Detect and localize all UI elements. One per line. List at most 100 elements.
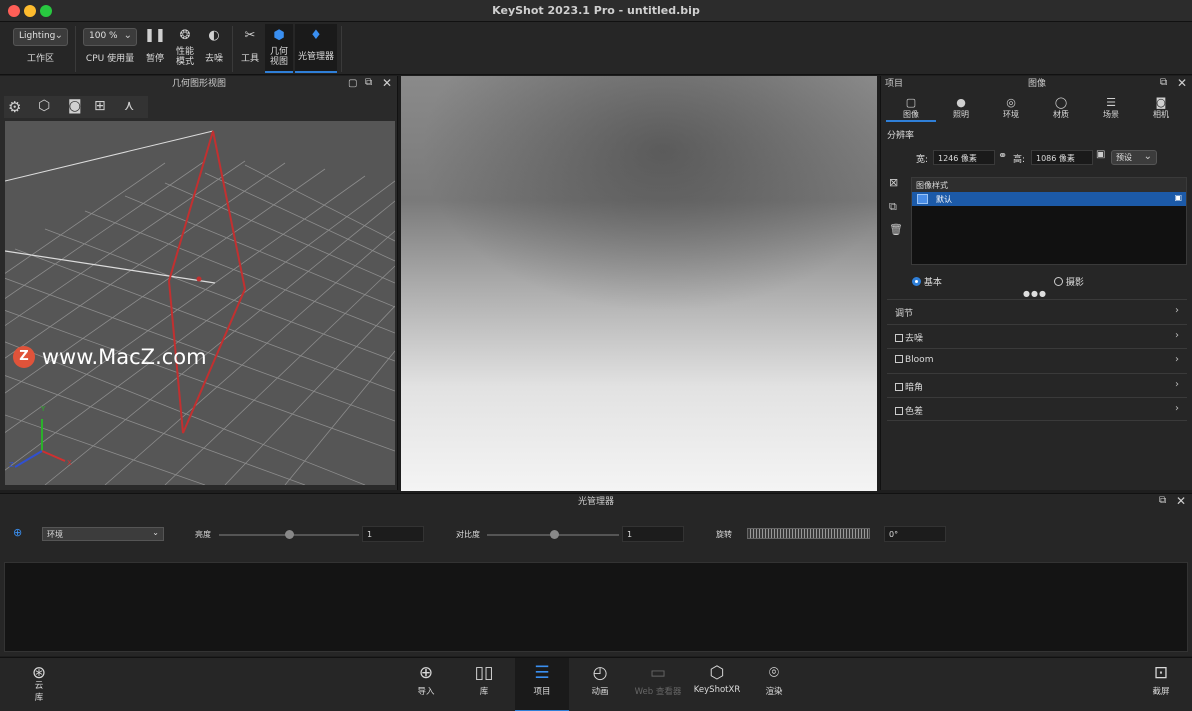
denoise-button[interactable]: ◐ 去噪: [200, 26, 228, 70]
tab-camera[interactable]: ◙ 相机: [1136, 96, 1186, 122]
add-style-icon[interactable]: ⊠: [889, 176, 898, 189]
environment-select[interactable]: 环境 ⌄: [42, 527, 164, 541]
geometry-view-button[interactable]: ⬢ 几何 视图: [265, 24, 293, 73]
float-icon[interactable]: ⧉: [1160, 77, 1167, 88]
cloud-library-label-line1: 云: [34, 681, 44, 691]
camera-icon: ◙: [1155, 96, 1167, 109]
contrast-slider-handle[interactable]: [550, 530, 559, 539]
width-input[interactable]: 1246 像素: [933, 150, 995, 165]
chevron-right-icon: ›: [1175, 330, 1179, 341]
duplicate-style-icon[interactable]: ⧉: [889, 200, 897, 214]
section-vignette-label: 暗角: [905, 383, 924, 393]
tab-lighting-label: 照明: [953, 110, 969, 119]
chromatic-aberration-checkbox[interactable]: [895, 407, 903, 415]
close-icon[interactable]: ✕: [1176, 494, 1186, 508]
toolbar-divider: [341, 26, 342, 72]
tab-image[interactable]: ▢ 图像: [886, 96, 936, 122]
radio-empty-icon: [1054, 277, 1063, 286]
height-input[interactable]: 1086 像素: [1031, 150, 1093, 165]
preset-select[interactable]: 预设 ⌄: [1111, 150, 1157, 165]
workspace-select[interactable]: Lighting ⌄: [13, 28, 68, 46]
denoise-checkbox[interactable]: [895, 334, 903, 342]
keyshotxr-button[interactable]: ⬡ KeyShotXR: [689, 658, 745, 711]
geometry-view-label-line2: 视图: [269, 57, 288, 67]
section-adjust[interactable]: 调节 ›: [887, 299, 1187, 323]
project-panel: 项目 图像 ⧉ ✕ ▢ 图像 ● 照明 ◎ 环境 ◯ 材质 ☰ 场景 ◙ 相机 …: [880, 76, 1192, 490]
performance-icon: ❂: [179, 28, 191, 43]
section-chromatic-aberration[interactable]: 色差 ›: [887, 397, 1187, 421]
cloud-library-button[interactable]: ⊛ 云 库: [12, 658, 66, 711]
animation-button[interactable]: ◴ 动画: [573, 658, 627, 711]
web-viewer-button[interactable]: ▭ Web 查看器: [628, 658, 688, 711]
rotation-input[interactable]: 0°: [884, 526, 946, 542]
axis-icon[interactable]: ⋏: [124, 98, 134, 114]
screenshot-button[interactable]: ⊡ 截屏: [1134, 658, 1188, 711]
library-label: 库: [479, 687, 489, 697]
tools-button[interactable]: ✂ 工具: [236, 26, 264, 70]
denoise-label: 去噪: [204, 54, 223, 64]
scene-icon: ☰: [1106, 96, 1116, 109]
brightness-slider-handle[interactable]: [285, 530, 294, 539]
render-label: 渲染: [765, 687, 783, 697]
close-icon[interactable]: ✕: [382, 76, 392, 90]
image-style-default[interactable]: 默认 ▣: [912, 192, 1186, 206]
tab-materials[interactable]: ◯ 材质: [1036, 96, 1086, 122]
camera-icon[interactable]: ◙: [68, 98, 82, 114]
tab-environment[interactable]: ◎ 环境: [986, 96, 1036, 122]
rotation-label: 旋转: [716, 530, 732, 539]
gear-icon[interactable]: ⚙: [8, 98, 21, 116]
section-vignette[interactable]: 暗角 ›: [887, 373, 1187, 397]
close-icon[interactable]: ✕: [1177, 76, 1187, 90]
more-options-icon[interactable]: ●●●: [1023, 289, 1047, 298]
lock-icon[interactable]: ▣: [1096, 149, 1105, 160]
render-viewport[interactable]: [401, 76, 877, 491]
project-button[interactable]: ☰ 项目: [515, 658, 569, 711]
cpu-usage-label: CPU 使用量: [85, 54, 135, 64]
mode-photo-label: 摄影: [1065, 278, 1084, 288]
cpu-usage-select[interactable]: 100 % ⌄: [83, 28, 137, 46]
section-denoise[interactable]: 去噪 ›: [887, 324, 1187, 348]
mode-photo-radio[interactable]: 摄影: [1054, 275, 1084, 288]
web-viewer-label: Web 查看器: [634, 687, 682, 697]
import-icon: ⊕: [418, 663, 434, 683]
light-manager-title: 光管理器: [577, 497, 614, 507]
toolbar-divider: [232, 26, 233, 72]
tab-camera-label: 相机: [1153, 110, 1169, 119]
maximize-icon[interactable]: ▢: [348, 78, 357, 89]
float-icon[interactable]: ⧉: [1159, 495, 1166, 506]
keyshotxr-icon: ⬡: [709, 663, 725, 683]
mode-basic-radio[interactable]: 基本: [912, 275, 942, 288]
import-button[interactable]: ⊕ 导入: [399, 658, 453, 711]
light-manager-icon: ♦: [310, 28, 322, 43]
trash-icon[interactable]: 🗑: [889, 223, 903, 236]
image-style-default-label: 默认: [936, 195, 952, 204]
render-button[interactable]: ⌾ 渲染: [747, 658, 801, 711]
vignette-checkbox[interactable]: [895, 383, 903, 391]
import-label: 导入: [417, 687, 435, 697]
material-icon: ◯: [1054, 96, 1068, 109]
image-styles-header: 图像样式: [912, 178, 1186, 192]
animation-icon: ◴: [592, 663, 608, 683]
brightness-input[interactable]: 1: [362, 526, 424, 542]
bloom-checkbox[interactable]: [895, 355, 903, 363]
light-manager-button[interactable]: ♦ 光管理器: [295, 24, 337, 73]
radio-selected-icon: [912, 277, 921, 286]
grid-move-icon[interactable]: ⊞: [94, 98, 106, 114]
performance-label-line1: 性能: [175, 47, 194, 57]
contrast-input[interactable]: 1: [622, 526, 684, 542]
section-bloom[interactable]: Bloom ›: [887, 348, 1187, 372]
screenshot-label: 截屏: [1152, 687, 1170, 697]
chevron-right-icon: ›: [1175, 379, 1179, 390]
geometry-viewport[interactable]: Y Z X Z www.MacZ.com: [5, 121, 395, 485]
main-toolbar: Lighting ⌄ 工作区 100 % ⌄ CPU 使用量 ❚❚ 暂停 ❂ 性…: [0, 22, 1192, 75]
rotation-dial[interactable]: [747, 528, 870, 539]
performance-mode-button[interactable]: ❂ 性能 模式: [171, 26, 199, 70]
section-bloom-label: Bloom: [905, 355, 934, 365]
library-button[interactable]: ▯▯ 库: [457, 658, 511, 711]
link-icon[interactable]: ⚭: [998, 149, 1007, 162]
tab-lighting[interactable]: ● 照明: [936, 96, 986, 122]
tab-scene[interactable]: ☰ 场景: [1086, 96, 1136, 122]
pause-button[interactable]: ❚❚ 暂停: [142, 26, 168, 70]
cube-outline-icon[interactable]: ⬡: [38, 98, 50, 114]
float-icon[interactable]: ⧉: [365, 77, 372, 88]
